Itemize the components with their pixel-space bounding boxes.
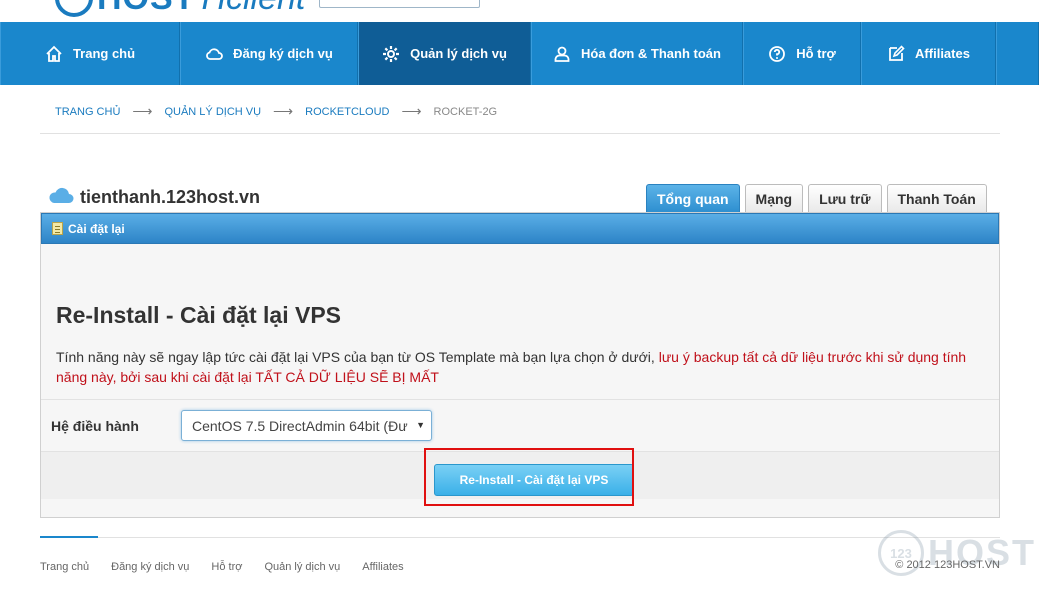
user-icon <box>553 45 571 63</box>
edit-icon <box>887 44 905 63</box>
description-text: Tính năng này sẽ ngay lập tức cài đặt lạ… <box>56 349 655 365</box>
document-icon <box>52 222 63 235</box>
cloud-icon <box>48 186 74 209</box>
logo[interactable]: HOST Hclient <box>55 0 305 18</box>
tab-payment[interactable]: Thanh Toán <box>886 184 987 212</box>
tab-network[interactable]: Mạng <box>744 184 804 212</box>
service-title: tienthanh.123host.vn <box>48 186 260 209</box>
logo-text: HOST <box>97 0 195 18</box>
footer-link-services[interactable]: Quản lý dịch vụ <box>264 561 340 573</box>
os-selected-value: CentOS 7.5 DirectAdmin 64bit (Đư <box>192 417 408 434</box>
footer-link-affiliates[interactable]: Affiliates <box>362 561 403 573</box>
nav-label: Trang chủ <box>72 46 136 61</box>
footer-links: Trang chủ Đăng ký dịch vụ Hỗ trợ Quản lý… <box>40 561 404 573</box>
breadcrumb-services[interactable]: QUẢN LÝ DỊCH VỤ <box>164 106 261 118</box>
footer-link-register[interactable]: Đăng ký dịch vụ <box>111 561 189 573</box>
logo-circle-icon <box>55 0 93 17</box>
nav-label: Hóa đơn & Thanh toán <box>581 46 721 61</box>
gear-icon <box>382 45 400 63</box>
tab-overview[interactable]: Tổng quan <box>646 184 740 212</box>
os-label: Hệ điều hành <box>51 418 139 434</box>
top-header: HOST Hclient <box>0 0 1039 22</box>
footer-link-support[interactable]: Hỗ trợ <box>211 561 242 573</box>
footer-link-home[interactable]: Trang chủ <box>40 561 89 573</box>
panel-header: Cài đặt lại <box>41 213 999 244</box>
service-hostname: tienthanh.123host.vn <box>80 187 261 207</box>
nav-label: Đăng ký dịch vụ <box>233 46 333 61</box>
breadcrumb: TRANG CHỦ ⟶ QUẢN LÝ DỊCH VỤ ⟶ ROCKETCLOU… <box>55 103 497 120</box>
footer-divider <box>40 537 1000 538</box>
arrow-right-icon: ⟶ <box>132 103 153 119</box>
cloud-icon <box>205 45 223 63</box>
logo-subtext: Hclient <box>201 0 305 18</box>
footer-accent <box>40 536 98 538</box>
divider <box>40 133 1000 134</box>
arrow-right-icon: ⟶ <box>401 103 422 119</box>
os-row: Hệ điều hành CentOS 7.5 DirectAdmin 64bi… <box>41 399 999 451</box>
page-title: Re-Install - Cài đặt lại VPS <box>56 302 342 328</box>
nav-item-register[interactable]: Đăng ký dịch vụ <box>180 22 358 85</box>
breadcrumb-home[interactable]: TRANG CHỦ <box>55 106 120 118</box>
help-icon <box>768 45 786 63</box>
os-select[interactable]: CentOS 7.5 DirectAdmin 64bit (Đư ▼ <box>181 410 432 441</box>
caret-down-icon: ▼ <box>416 420 425 430</box>
nav-label: Affiliates <box>915 46 970 61</box>
service-tabs: Tổng quan Mạng Lưu trữ Thanh Toán <box>646 184 987 212</box>
main-nav: Trang chủ Đăng ký dịch vụ Quản lý dịch v… <box>0 22 1039 85</box>
home-icon <box>45 45 63 63</box>
breadcrumb-rocketcloud[interactable]: ROCKETCLOUD <box>305 106 389 118</box>
nav-item-billing[interactable]: Hóa đơn & Thanh toán <box>531 22 743 85</box>
nav-item-support[interactable]: Hỗ trợ <box>743 22 861 85</box>
highlight-box <box>424 448 634 506</box>
search-input[interactable] <box>319 0 480 8</box>
arrow-right-icon: ⟶ <box>273 103 294 119</box>
nav-label: Quản lý dịch vụ <box>410 46 507 61</box>
nav-item-home[interactable]: Trang chủ <box>0 22 180 85</box>
nav-label: Hỗ trợ <box>796 46 836 61</box>
nav-item-services[interactable]: Quản lý dịch vụ <box>358 22 531 85</box>
nav-spacer <box>996 22 1039 85</box>
panel-title: Cài đặt lại <box>68 221 125 236</box>
description: Tính năng này sẽ ngay lập tức cài đặt lạ… <box>56 347 986 387</box>
tab-storage[interactable]: Lưu trữ <box>808 184 882 212</box>
nav-item-affiliates[interactable]: Affiliates <box>861 22 996 85</box>
breadcrumb-current: ROCKET-2G <box>433 105 498 118</box>
copyright: © 2012 123HOST.VN <box>895 559 1000 571</box>
